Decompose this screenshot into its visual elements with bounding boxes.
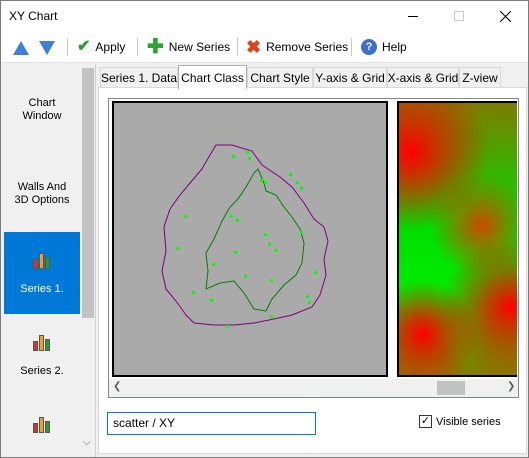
minimize-button[interactable] — [390, 1, 436, 31]
help-icon: ? — [361, 39, 377, 55]
sidebar-item-label: Walls And 3D Options — [14, 181, 70, 206]
scatter-xy-preview[interactable] — [112, 101, 388, 377]
tab-chart-class[interactable]: Chart Class — [178, 65, 247, 89]
sidebar-scroll-thumb[interactable] — [82, 68, 94, 318]
sidebar-item-label: Chart Window — [22, 97, 62, 122]
toolbar-divider — [137, 38, 138, 56]
sidebar-scrollbar[interactable]: ⌵ — [81, 64, 95, 457]
tab-chart-style[interactable]: Chart Style — [247, 67, 313, 88]
chevron-down-icon[interactable]: ⌵ — [83, 437, 91, 448]
tab-label: Series 1. Data — [100, 71, 178, 85]
maximize-icon — [454, 11, 464, 21]
new-series-button[interactable]: ✚ New Series — [147, 36, 230, 58]
surface-chart-preview[interactable] — [397, 101, 517, 377]
sidebar-item-label: Series 2. — [20, 364, 64, 377]
sidebar-item-series-2[interactable]: Series 2. — [4, 316, 80, 394]
sidebar-item-series-1[interactable]: Series 1. — [4, 232, 80, 314]
tab-label: Z-view — [462, 71, 498, 85]
title-bar: XY Chart — [1, 1, 528, 31]
chevron-right-icon[interactable]: ❯ — [507, 381, 515, 392]
toolbar: ✔ Apply ✚ New Series ✖ Remove Series ? H… — [1, 31, 528, 63]
arrow-down-icon — [39, 40, 55, 55]
scatter-preview-image — [161, 144, 329, 328]
sidebar-item-walls-and-3d-options[interactable]: Walls And 3D Options — [4, 174, 80, 214]
preview-horizontal-scrollbar[interactable]: ❮ ❯ — [109, 379, 518, 397]
bar-chart-icon — [32, 415, 52, 433]
tab-x-axis-grid[interactable]: X-axis & Grid — [387, 67, 459, 88]
minimize-icon — [408, 15, 418, 17]
chevron-left-icon[interactable]: ❮ — [113, 381, 121, 392]
apply-label: Apply — [95, 40, 126, 54]
move-up-button[interactable] — [13, 36, 29, 58]
toolbar-divider — [67, 38, 68, 56]
remove-series-button[interactable]: ✖ Remove Series — [246, 36, 348, 58]
checkmark-icon: ✔ — [77, 38, 91, 55]
toolbar-divider — [351, 38, 352, 56]
new-series-label: New Series — [168, 40, 231, 54]
tab-label: Y-axis & Grid — [315, 71, 385, 85]
tab-label: Chart Class — [181, 70, 244, 85]
visible-series-label: Visible series — [436, 415, 501, 428]
sidebar: Chart Window Walls And 3D Options Series… — [2, 64, 96, 457]
sidebar-item-series-3[interactable] — [4, 404, 80, 444]
help-label: Help — [382, 40, 407, 54]
close-icon — [499, 10, 511, 22]
plus-icon: ✚ — [147, 36, 164, 58]
help-button[interactable]: ? Help — [361, 36, 407, 58]
remove-series-label: Remove Series — [266, 40, 349, 54]
maximize-button — [436, 1, 482, 31]
tab-y-axis-grid[interactable]: Y-axis & Grid — [313, 67, 387, 88]
tab-z-view[interactable]: Z-view — [459, 67, 501, 88]
bar-chart-icon — [32, 251, 52, 269]
visible-series-checkbox[interactable]: ✓ Visible series — [419, 415, 501, 428]
apply-button[interactable]: ✔ Apply — [77, 36, 125, 58]
checkbox-box[interactable]: ✓ — [419, 415, 432, 428]
window-title: XY Chart — [9, 9, 58, 23]
chart-class-value: scatter / XY — [113, 416, 176, 430]
sidebar-item-chart-window[interactable]: Chart Window — [4, 90, 80, 130]
tab-label: Chart Style — [250, 71, 310, 85]
tab-series-data[interactable]: Series 1. Data — [100, 67, 178, 88]
arrow-up-icon — [13, 40, 29, 55]
xy-chart-window: XY Chart ✔ Apply ✚ New Series ✖ Remove S… — [0, 0, 529, 458]
toolbar-divider — [237, 38, 238, 56]
close-button[interactable] — [482, 1, 528, 31]
tab-label: X-axis & Grid — [387, 71, 459, 85]
bar-chart-icon — [32, 333, 52, 351]
chart-class-field[interactable]: scatter / XY — [107, 412, 316, 435]
red-x-icon: ✖ — [246, 37, 262, 57]
sidebar-item-label: Series 1. — [20, 282, 64, 295]
move-down-button[interactable] — [39, 36, 55, 58]
preview-scroll-thumb[interactable] — [437, 381, 465, 395]
